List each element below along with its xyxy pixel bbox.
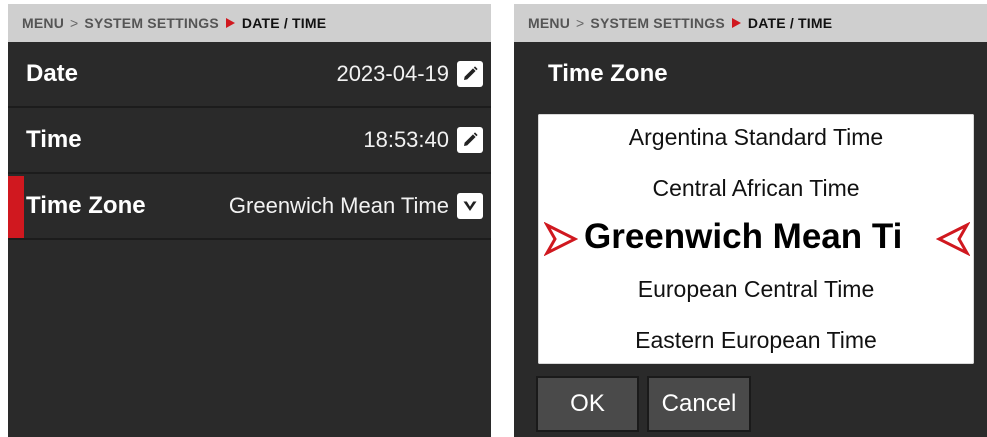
setting-row-time[interactable]: Time 18:53:40 <box>8 108 491 174</box>
breadcrumb-item-date-time: DATE / TIME <box>241 15 327 31</box>
setting-label: Date <box>26 60 79 87</box>
pencil-icon[interactable] <box>457 127 483 153</box>
breadcrumb-item-system-settings[interactable]: SYSTEM SETTINGS <box>590 15 724 31</box>
setting-label: Time <box>26 126 82 153</box>
time-zone-picker[interactable]: Argentina Standard Time Central African … <box>538 114 974 364</box>
setting-row-date[interactable]: Date 2023-04-19 <box>8 42 491 108</box>
picker-option-selected[interactable]: Greenwich Mean Ti <box>584 217 928 257</box>
breadcrumb: MENU > SYSTEM SETTINGS DATE / TIME <box>8 4 491 42</box>
breadcrumb-item-menu[interactable]: MENU <box>528 15 570 31</box>
picker-option[interactable]: Eastern European Time <box>538 327 974 354</box>
picker-option[interactable]: Argentina Standard Time <box>538 124 974 151</box>
breadcrumb-item-system-settings[interactable]: SYSTEM SETTINGS <box>84 15 218 31</box>
pencil-icon[interactable] <box>457 61 483 87</box>
breadcrumb-item-date-time: DATE / TIME <box>747 15 833 31</box>
breadcrumb: MENU > SYSTEM SETTINGS DATE / TIME <box>514 4 987 42</box>
ok-button[interactable]: OK <box>536 376 639 432</box>
picker-option[interactable]: European Central Time <box>538 276 974 303</box>
picker-option[interactable]: Central African Time <box>538 175 974 202</box>
breadcrumb-item-menu[interactable]: MENU <box>22 15 64 31</box>
selection-arrow-left-icon <box>936 222 970 256</box>
setting-value: 2023-04-19 <box>336 61 449 86</box>
setting-label: Time Zone <box>26 192 146 219</box>
breadcrumb-arrow-icon <box>731 18 741 28</box>
setting-row-time-zone[interactable]: Time Zone Greenwich Mean Time <box>8 174 491 240</box>
setting-value: 18:53:40 <box>363 127 449 152</box>
breadcrumb-arrow-icon <box>225 18 235 28</box>
breadcrumb-separator: > <box>576 15 585 31</box>
cancel-button[interactable]: Cancel <box>647 376 751 432</box>
selection-marker <box>8 176 24 238</box>
dialog-title: Time Zone <box>548 60 668 87</box>
settings-panel: MENU > SYSTEM SETTINGS DATE / TIME Date … <box>8 4 491 437</box>
setting-value: Greenwich Mean Time <box>228 193 449 218</box>
time-zone-dialog: MENU > SYSTEM SETTINGS DATE / TIME Time … <box>514 4 987 437</box>
selection-arrow-right-icon <box>544 222 578 256</box>
breadcrumb-separator: > <box>70 15 79 31</box>
chevron-down-icon[interactable] <box>457 193 483 219</box>
